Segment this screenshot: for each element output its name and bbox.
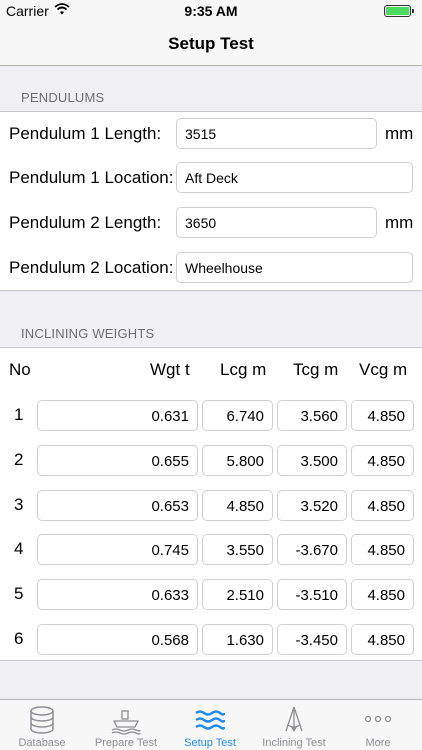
pendulum-1-length-label: Pendulum 1 Length:: [9, 124, 162, 143]
row-number: 5: [14, 584, 24, 603]
lcg-input[interactable]: 1.630: [202, 624, 273, 655]
table-row: 4 0.745 3.550 -3.670 4.850: [0, 527, 422, 571]
tcg-input[interactable]: -3.450: [277, 624, 347, 655]
tab-label: Prepare Test: [94, 737, 158, 749]
tab-label: Setup Test: [184, 737, 236, 749]
tcg-input[interactable]: -3.510: [277, 579, 347, 610]
inclining-weights-group: No Wgt t Lcg m Tcg m Vcg m 1 0.631 6.740…: [0, 347, 422, 661]
more-icon: [364, 715, 392, 723]
database-icon: [30, 706, 54, 734]
vcg-input[interactable]: 4.850: [351, 579, 414, 610]
tab-setup-test[interactable]: Setup Test: [168, 700, 252, 750]
pendulums-group: Pendulum 1 Length: 3515 mm Pendulum 1 Lo…: [0, 111, 422, 291]
weight-input[interactable]: 0.655: [37, 445, 198, 476]
tcg-input[interactable]: 3.520: [277, 490, 347, 521]
pendulum-2-location-label: Pendulum 2 Location:: [9, 258, 174, 277]
row-number: 1: [14, 405, 24, 424]
page-title: Setup Test: [168, 34, 254, 53]
vcg-input[interactable]: 4.850: [351, 490, 414, 521]
weight-input[interactable]: 0.568: [37, 624, 198, 655]
column-header-vcg: Vcg m: [359, 360, 408, 379]
tcg-input[interactable]: 3.500: [277, 445, 347, 476]
weights-column-headers: No Wgt t Lcg m Tcg m Vcg m: [0, 348, 422, 392]
tab-prepare-test[interactable]: Prepare Test: [84, 700, 168, 750]
row-number: 4: [14, 539, 24, 558]
pendulum-2-location-input[interactable]: Wheelhouse: [176, 252, 413, 283]
pendulum-1-length-row: Pendulum 1 Length: 3515 mm: [0, 112, 422, 156]
vcg-input[interactable]: 4.850: [351, 445, 414, 476]
waves-icon: [195, 710, 225, 730]
pendulum-icon: [285, 706, 303, 732]
row-number: 6: [14, 629, 24, 648]
row-number: 3: [14, 495, 24, 514]
lcg-input[interactable]: 6.740: [202, 400, 273, 431]
pendulum-1-location-input[interactable]: Aft Deck: [176, 162, 413, 193]
section-header-pendulums: PENDULUMS: [21, 90, 105, 105]
tab-more[interactable]: More: [336, 700, 420, 750]
navigation-bar: Setup Test: [0, 22, 422, 66]
tab-label: More: [365, 737, 391, 749]
column-header-no: No: [9, 360, 31, 379]
status-bar: Carrier 9:35 AM: [0, 0, 422, 22]
tab-database[interactable]: Database: [0, 700, 84, 750]
column-header-lcg: Lcg m: [220, 360, 267, 379]
tab-inclining-test[interactable]: Inclining Test: [252, 700, 336, 750]
pendulum-1-length-input[interactable]: 3515: [176, 118, 377, 149]
lcg-input[interactable]: 5.800: [202, 445, 273, 476]
vcg-input[interactable]: 4.850: [351, 534, 414, 565]
table-row: 3 0.653 4.850 3.520 4.850: [0, 483, 422, 527]
section-header-inclining-weights: INCLINING WEIGHTS: [21, 326, 155, 341]
table-row: 6 0.568 1.630 -3.450 4.850: [0, 617, 422, 661]
tab-label: Inclining Test: [262, 737, 326, 749]
pendulum-2-length-label: Pendulum 2 Length:: [9, 213, 162, 232]
battery-icon: [384, 5, 416, 17]
pendulum-1-length-unit: mm: [385, 124, 414, 143]
vcg-input[interactable]: 4.850: [351, 400, 414, 431]
tcg-input[interactable]: -3.670: [277, 534, 347, 565]
pendulum-2-length-input[interactable]: 3650: [176, 207, 377, 238]
weight-input[interactable]: 0.745: [37, 534, 198, 565]
weight-input[interactable]: 0.633: [37, 579, 198, 610]
pendulum-2-length-row: Pendulum 2 Length: 3650 mm: [0, 201, 422, 245]
weight-input[interactable]: 0.653: [37, 490, 198, 521]
vcg-input[interactable]: 4.850: [351, 624, 414, 655]
pendulum-2-location-row: Pendulum 2 Location: Wheelhouse: [0, 246, 422, 290]
pendulum-1-location-row: Pendulum 1 Location: Aft Deck: [0, 156, 422, 200]
row-number: 2: [14, 450, 24, 469]
pendulum-2-length-unit: mm: [385, 213, 414, 232]
tab-bar: Database Prepare Test Setup Test Inclini…: [0, 699, 422, 750]
tcg-input[interactable]: 3.560: [277, 400, 347, 431]
table-row: 2 0.655 5.800 3.500 4.850: [0, 438, 422, 482]
tab-label: Database: [18, 737, 66, 749]
weight-input[interactable]: 0.631: [37, 400, 198, 431]
lcg-input[interactable]: 4.850: [202, 490, 273, 521]
column-header-weight: Wgt t: [150, 360, 190, 379]
ship-icon: [111, 710, 141, 735]
pendulum-1-location-label: Pendulum 1 Location:: [9, 168, 174, 187]
table-row: 1 0.631 6.740 3.560 4.850: [0, 393, 422, 437]
table-row: 5 0.633 2.510 -3.510 4.850: [0, 572, 422, 616]
clock-label: 9:35 AM: [184, 3, 238, 19]
lcg-input[interactable]: 3.550: [202, 534, 273, 565]
lcg-input[interactable]: 2.510: [202, 579, 273, 610]
column-header-tcg: Tcg m: [293, 360, 339, 379]
